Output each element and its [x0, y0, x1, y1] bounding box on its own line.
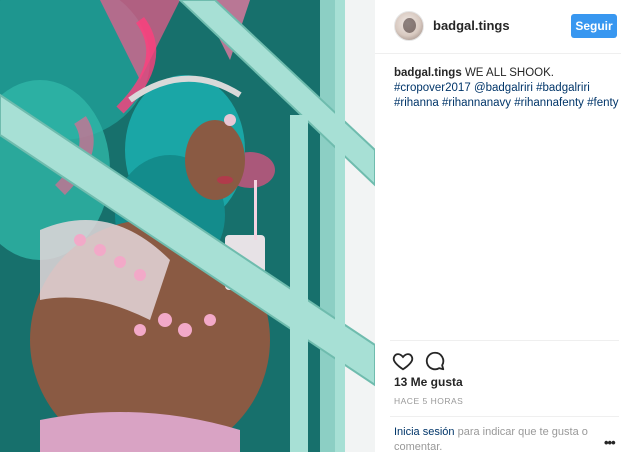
caption-username[interactable]: badgal.tings: [394, 67, 462, 79]
caption-text: WE ALL SHOOK.: [464, 67, 554, 79]
login-link[interactable]: Inicia sesión: [394, 426, 455, 438]
login-text: Inicia sesión para indicar que te gusta …: [394, 425, 594, 452]
more-options-icon[interactable]: •••: [604, 435, 616, 450]
login-prompt: Inicia sesión para indicar que te gusta …: [390, 416, 619, 452]
post-panel: badgal.tings Seguir badgal.tings WE ALL …: [375, 0, 621, 452]
hashtag-link[interactable]: #rihannafenty: [514, 97, 584, 109]
heart-icon[interactable]: [392, 350, 414, 372]
hashtag-link[interactable]: #rihanna: [394, 97, 439, 109]
hashtag-link[interactable]: #fenty: [587, 97, 618, 109]
comment-icon[interactable]: [424, 350, 446, 372]
post-header: badgal.tings Seguir: [375, 0, 621, 54]
photo-illustration: R: [0, 0, 375, 452]
follow-button[interactable]: Seguir: [571, 14, 617, 38]
hashtag-link[interactable]: #cropover2017: [394, 82, 471, 94]
post-timestamp: HACE 5 HORAS: [394, 396, 464, 406]
post-caption: badgal.tings WE ALL SHOOK. #cropover2017…: [394, 66, 619, 111]
header-username[interactable]: badgal.tings: [433, 18, 510, 33]
avatar[interactable]: [394, 11, 424, 41]
hashtag-link[interactable]: #rihannanavy: [442, 97, 511, 109]
likes-count[interactable]: 13 Me gusta: [394, 375, 463, 389]
hashtag-link[interactable]: #badgalriri: [536, 82, 590, 94]
mention-link[interactable]: @badgalriri: [474, 82, 533, 94]
post-photo[interactable]: R: [0, 0, 375, 452]
